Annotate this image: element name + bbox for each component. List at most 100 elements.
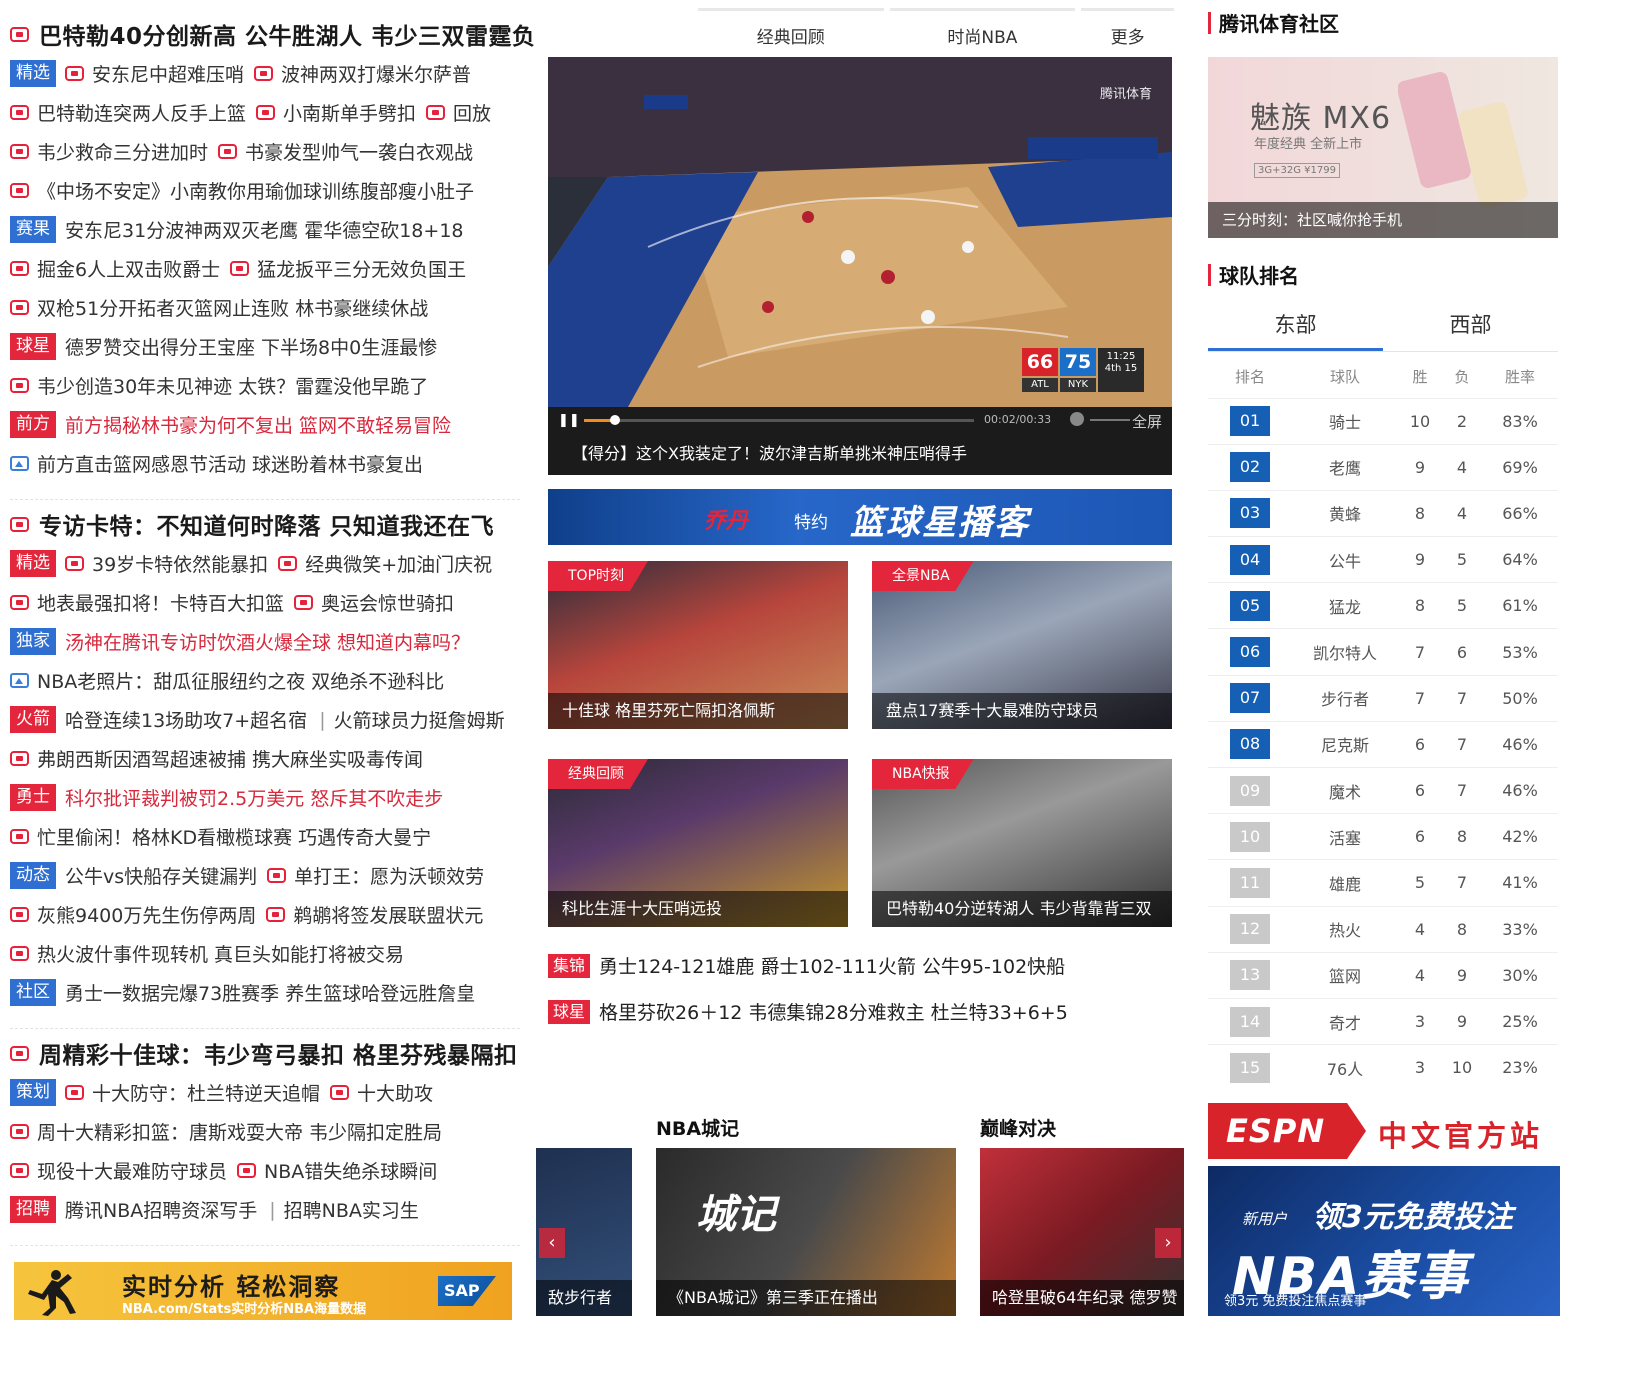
volume-slider[interactable] <box>1090 419 1130 421</box>
news-item[interactable]: 地表最强扣将！卡特百大扣篮 奥运会惊世骑扣 <box>10 583 550 622</box>
news-item[interactable]: 赛果 安东尼31分波神两双灭老鹰 霍华德空砍18+18 <box>10 210 550 249</box>
news-link[interactable]: 热火波什事件现转机 真巨头如能打将被交易 <box>10 940 404 967</box>
news-text[interactable]: 前方揭秘林书豪为何不复出 篮网不敢轻易冒险 <box>65 411 451 438</box>
news-link[interactable]: 科尔批评裁判被罚2.5万美元 怒斥其不吹走步 <box>65 784 443 811</box>
news-item[interactable]: 前方直击篮网感恩节活动 球迷盼着林书豪复出 <box>10 444 550 483</box>
news-tag[interactable]: 勇士 <box>10 784 56 811</box>
news-text[interactable]: 招聘NBA实习生 <box>284 1196 419 1223</box>
pause-icon[interactable]: ❚❚ <box>558 413 580 428</box>
news-link[interactable]: 韦少创造30年未见神迹 太铁？雷霆没他早跪了 <box>10 372 428 399</box>
table-row[interactable]: 06 凯尔特人 7 6 53% <box>1208 628 1558 676</box>
news-tag[interactable]: 招聘 <box>10 1196 56 1223</box>
peak-duel-title[interactable]: 巅峰对决 <box>980 1114 1056 1141</box>
news-link[interactable]: NBA老照片：甜瓜征服纽约之夜 双绝杀不逊科比 <box>10 667 444 694</box>
news-item[interactable]: 周十大精彩扣篮：唐斯戏耍大帝 韦少隔扣定胜局 <box>10 1112 550 1151</box>
tab-classic-review[interactable]: 经典回顾 <box>698 8 884 48</box>
news-item[interactable]: 忙里偷闲！格林KD看橄榄球赛 巧遇传奇大曼宁 <box>10 817 550 856</box>
news-text[interactable]: 鹈鹕将签发展联盟状元 <box>293 901 483 928</box>
team-cell[interactable]: 篮网 <box>1292 951 1398 999</box>
carousel-prev-icon[interactable]: ‹ <box>539 1228 565 1258</box>
news-tag[interactable]: 动态 <box>10 862 56 889</box>
section-title[interactable]: 巴特勒40分创新高 公牛胜湖人 韦少三双雷霆负 <box>39 17 536 51</box>
news-tag[interactable]: 球星 <box>10 333 56 360</box>
news-text[interactable]: 地表最强扣将！卡特百大扣篮 <box>37 589 284 616</box>
news-text[interactable]: 公牛vs快船存关键漏判 <box>65 862 257 889</box>
table-row[interactable]: 09 魔术 6 7 46% <box>1208 766 1558 814</box>
tab-east[interactable]: 东部 <box>1208 306 1383 351</box>
news-link[interactable]: 前方揭秘林书豪为何不复出 篮网不敢轻易冒险 <box>65 411 451 438</box>
news-item[interactable]: 球星 德罗赞交出得分王宝座 下半场8中0生涯最惨 <box>10 327 550 366</box>
news-link[interactable]: 公牛vs快船存关键漏判 <box>65 862 257 889</box>
news-text[interactable]: 经典微笑+加油门庆祝 <box>305 550 492 577</box>
news-tag[interactable]: 策划 <box>10 1079 56 1106</box>
news-item[interactable]: 热火波什事件现转机 真巨头如能打将被交易 <box>10 934 550 973</box>
news-link[interactable]: 巴特勒连突两人反手上篮 <box>10 99 246 126</box>
team-cell[interactable]: 猛龙 <box>1292 582 1398 629</box>
news-text[interactable]: 汤神在腾讯专访时饮酒火爆全球 想知道内幕吗？ <box>65 628 470 655</box>
espn-banner[interactable]: ESPN 中文官方站 <box>1208 1103 1560 1159</box>
table-row[interactable]: 07 步行者 7 7 50% <box>1208 674 1558 722</box>
news-item[interactable]: 独家 汤神在腾讯专访时饮酒火爆全球 想知道内幕吗？ <box>10 622 550 661</box>
news-link[interactable]: 前方直击篮网感恩节活动 球迷盼着林书豪复出 <box>10 450 423 477</box>
news-link[interactable]: 招聘NBA实习生 <box>284 1196 419 1223</box>
news-text[interactable]: 火箭球员力挺詹姆斯 <box>334 706 505 733</box>
news-link[interactable]: 勇士一数据完爆73胜赛季 养生篮球哈登远胜詹皇 <box>65 979 475 1006</box>
news-link[interactable]: 火箭球员力挺詹姆斯 <box>334 706 505 733</box>
table-row[interactable]: 02 老鹰 9 4 69% <box>1208 443 1558 491</box>
team-cell[interactable]: 凯尔特人 <box>1292 628 1398 676</box>
news-tag[interactable]: 精选 <box>10 60 56 87</box>
news-link[interactable]: 安东尼中超难压哨 <box>65 60 244 87</box>
news-text[interactable]: 忙里偷闲！格林KD看橄榄球赛 巧遇传奇大曼宁 <box>37 823 431 850</box>
table-row[interactable]: 03 黄蜂 8 4 66% <box>1208 489 1558 537</box>
video-card-classic[interactable]: 经典回顾 科比生涯十大压哨远投 <box>548 759 848 927</box>
team-cell[interactable]: 老鹰 <box>1292 443 1398 491</box>
news-item[interactable]: 灰熊9400万先生伤停两周 鹈鹕将签发展联盟状元 <box>10 895 550 934</box>
news-item[interactable]: NBA老照片：甜瓜征服纽约之夜 双绝杀不逊科比 <box>10 661 550 700</box>
news-text[interactable]: 现役十大最难防守球员 <box>37 1157 227 1184</box>
news-link[interactable]: 猛龙扳平三分无效负国王 <box>230 255 466 282</box>
fullscreen-button[interactable]: 全屏 <box>1132 411 1162 432</box>
video-caption[interactable]: 【得分】这个X我装定了！波尔津吉斯单挑米神压哨得手 <box>572 440 967 464</box>
news-link[interactable]: 掘金6人上双击败爵士 <box>10 255 220 282</box>
table-row[interactable]: 15 76人 3 10 23% <box>1208 1044 1558 1091</box>
news-text[interactable]: 十大助攻 <box>357 1079 433 1106</box>
news-link[interactable]: 书豪发型帅气一袭白衣观战 <box>218 138 473 165</box>
news-text[interactable]: 奥运会惊世骑扣 <box>321 589 454 616</box>
news-link[interactable]: 灰熊9400万先生伤停两周 <box>10 901 256 928</box>
news-text[interactable]: 《中场不安定》小南教你用瑜伽球训练腹部瘦小肚子 <box>37 177 474 204</box>
news-text[interactable]: 勇士一数据完爆73胜赛季 养生篮球哈登远胜詹皇 <box>65 979 475 1006</box>
news-link[interactable]: 单打王：愿为沃顿效劳 <box>267 862 484 889</box>
community-title[interactable]: 腾讯体育社区 <box>1208 8 1339 37</box>
news-text[interactable]: NBA错失绝杀球瞬间 <box>264 1157 437 1184</box>
team-cell[interactable]: 魔术 <box>1292 766 1398 814</box>
news-text[interactable]: 德罗赞交出得分王宝座 下半场8中0生涯最惨 <box>65 333 437 360</box>
section-heading[interactable]: 专访卡特：不知道何时降落 只知道我还在飞 <box>10 504 550 544</box>
news-item[interactable]: 策划 十大防守：杜兰特逆天追帽 十大助攻 <box>10 1073 550 1112</box>
team-cell[interactable]: 奇才 <box>1292 997 1398 1045</box>
carousel-item-nba-city[interactable]: 城记 《NBA城记》第三季正在播出 <box>656 1148 956 1316</box>
section-title[interactable]: 专访卡特：不知道何时降落 只知道我还在飞 <box>39 507 494 541</box>
news-link[interactable]: 安东尼31分波神两双灭老鹰 霍华德空砍18+18 <box>65 216 464 243</box>
news-text[interactable]: 十大防守：杜兰特逆天追帽 <box>92 1079 320 1106</box>
section-heading[interactable]: 巴特勒40分创新高 公牛胜湖人 韦少三双雷霆负 <box>10 14 550 54</box>
news-text[interactable]: 灰熊9400万先生伤停两周 <box>37 901 256 928</box>
news-tag[interactable]: 前方 <box>10 411 56 438</box>
news-text[interactable]: 韦少救命三分进加时 <box>37 138 208 165</box>
news-link[interactable]: 双枪51分开拓者灭篮网止连败 林书豪继续休战 <box>10 294 428 321</box>
volume-icon[interactable] <box>1070 412 1084 426</box>
news-item[interactable]: 韦少救命三分进加时 书豪发型帅气一袭白衣观战 <box>10 132 550 171</box>
headline-row[interactable]: 集锦 勇士124-121雄鹿 爵士102-111火箭 公牛95-102快船 <box>548 952 1065 979</box>
sap-ad-banner[interactable]: 实时分析 轻松洞察 NBA.com/Stats实时分析NBA海量数据 SAP <box>14 1262 512 1320</box>
news-link[interactable]: 周十大精彩扣篮：唐斯戏耍大帝 韦少隔扣定胜局 <box>10 1118 442 1145</box>
table-row[interactable]: 10 活塞 6 8 42% <box>1208 813 1558 860</box>
news-item[interactable]: 《中场不安定》小南教你用瑜伽球训练腹部瘦小肚子 <box>10 171 550 210</box>
news-text[interactable]: 热火波什事件现转机 真巨头如能打将被交易 <box>37 940 404 967</box>
news-link[interactable]: 弗朗西斯因酒驾超速被捕 携大麻坐实吸毒传闻 <box>10 745 423 772</box>
news-item[interactable]: 社区 勇士一数据完爆73胜赛季 养生篮球哈登远胜詹皇 <box>10 973 550 1012</box>
news-text[interactable]: 周十大精彩扣篮：唐斯戏耍大帝 韦少隔扣定胜局 <box>37 1118 442 1145</box>
progress-knob[interactable] <box>610 415 621 425</box>
news-tag[interactable]: 赛果 <box>10 216 56 243</box>
news-link[interactable]: 十大防守：杜兰特逆天追帽 <box>65 1079 320 1106</box>
news-text[interactable]: 波神两双打爆米尔萨普 <box>281 60 471 87</box>
video-card-panorama[interactable]: 全景NBA 盘点17赛季十大最难防守球员 <box>872 561 1172 729</box>
